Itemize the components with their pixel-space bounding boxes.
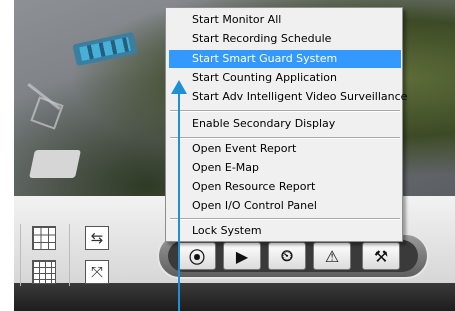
menu-separator bbox=[170, 218, 400, 220]
layout-grid-3x3-button[interactable] bbox=[32, 226, 56, 250]
alert-button[interactable]: ⚠ bbox=[313, 242, 351, 270]
swap-view-button[interactable]: ⇆ bbox=[85, 226, 109, 250]
menu-item-lock-system[interactable]: Lock System bbox=[169, 222, 401, 240]
menu-item-start-monitor-all[interactable]: Start Monitor All bbox=[169, 11, 401, 29]
road-marking bbox=[30, 96, 64, 130]
tools-icon: ⚒ bbox=[373, 246, 389, 266]
record-button[interactable]: ⦿ bbox=[178, 242, 216, 270]
menu-item-open-resource-report[interactable]: Open Resource Report bbox=[169, 178, 401, 196]
menu-item-start-recording-schedule[interactable]: Start Recording Schedule bbox=[169, 30, 401, 48]
menu-item-start-adv-ivs[interactable]: Start Adv Intelligent Video Surveillance bbox=[169, 88, 407, 106]
playback-button[interactable]: ▶ bbox=[223, 242, 261, 270]
menu-item-open-event-report[interactable]: Open Event Report bbox=[169, 140, 401, 158]
schedule-icon: ⏲ bbox=[280, 246, 294, 265]
menu-item-open-e-map[interactable]: Open E-Map bbox=[169, 159, 401, 177]
menu-separator bbox=[170, 137, 400, 139]
traffic-signal bbox=[72, 31, 138, 67]
control-panel-base bbox=[14, 283, 455, 311]
menu-item-start-counting-application[interactable]: Start Counting Application bbox=[169, 69, 401, 87]
alert-icon: ⚠ bbox=[324, 246, 340, 266]
layout-grid-4x4-button[interactable] bbox=[32, 260, 56, 284]
menu-item-enable-secondary-display[interactable]: Enable Secondary Display bbox=[169, 115, 401, 133]
tools-button[interactable]: ⚒ bbox=[362, 242, 400, 270]
callout-arrow-head bbox=[171, 80, 187, 94]
panel-divider bbox=[20, 224, 21, 286]
schedule-button[interactable]: ⏲ bbox=[268, 242, 306, 270]
context-menu: Start Monitor All Start Recording Schedu… bbox=[165, 7, 407, 242]
callout-arrow-line bbox=[178, 92, 180, 311]
menu-separator bbox=[170, 110, 400, 112]
menu-item-start-smart-guard-system[interactable]: Start Smart Guard System bbox=[169, 50, 401, 68]
playback-icon: ▶ bbox=[235, 246, 249, 266]
menu-item-open-io-control-panel[interactable]: Open I/O Control Panel bbox=[169, 197, 401, 215]
record-icon: ⦿ bbox=[188, 248, 205, 267]
vehicle bbox=[29, 150, 81, 178]
fullscreen-button[interactable]: ⤧ bbox=[85, 260, 109, 284]
panel-divider bbox=[69, 224, 70, 286]
